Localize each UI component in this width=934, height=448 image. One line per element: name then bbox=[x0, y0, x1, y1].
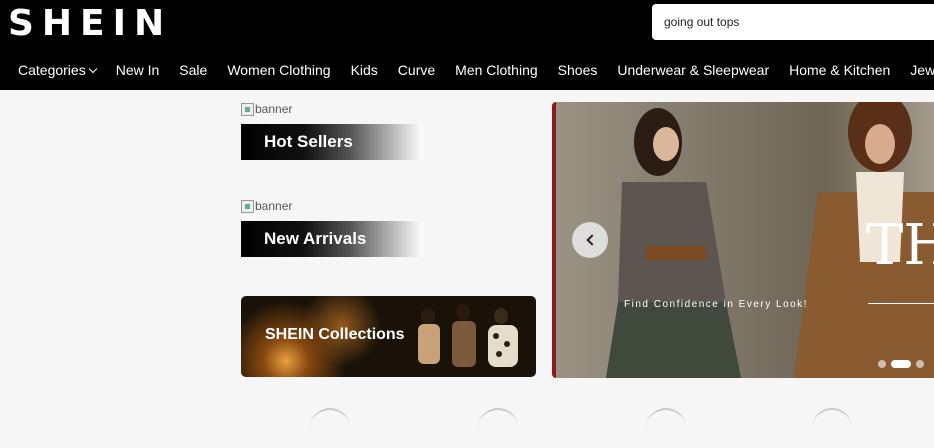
nav-item-sale[interactable]: Sale bbox=[169, 54, 217, 86]
category-circle[interactable] bbox=[812, 408, 852, 448]
main-nav: Categories New In Sale Women Clothing Ki… bbox=[0, 54, 934, 86]
chevron-down-icon bbox=[88, 64, 97, 74]
new-arrivals-banner[interactable]: New Arrivals bbox=[241, 221, 423, 257]
collections-title: SHEIN Collections bbox=[265, 326, 405, 343]
hero-divider bbox=[868, 303, 934, 304]
nav-item-new-in[interactable]: New In bbox=[106, 54, 170, 86]
search-input[interactable]: going out tops bbox=[652, 4, 934, 40]
carousel-dot[interactable] bbox=[916, 360, 924, 368]
hot-sellers-banner[interactable]: Hot Sellers bbox=[241, 124, 423, 160]
hero-headline: TH bbox=[866, 213, 934, 278]
nav-item-underwear-sleepwear[interactable]: Underwear & Sleepwear bbox=[607, 54, 779, 86]
hero-tagline: Find Confidence in Every Look! bbox=[624, 299, 808, 310]
carousel-prev-button[interactable] bbox=[572, 222, 608, 258]
shein-collections-banner[interactable]: SHEIN Collections bbox=[241, 296, 536, 377]
carousel-dot[interactable] bbox=[878, 360, 886, 368]
nav-item-men-clothing[interactable]: Men Clothing bbox=[445, 54, 548, 86]
banner-alt-text: banner bbox=[255, 199, 293, 213]
nav-item-women-clothing[interactable]: Women Clothing bbox=[217, 54, 340, 86]
category-circle[interactable] bbox=[310, 408, 350, 448]
broken-image-icon bbox=[241, 102, 254, 116]
category-circle[interactable] bbox=[646, 408, 686, 448]
broken-image-icon bbox=[241, 199, 254, 213]
chevron-left-icon bbox=[585, 234, 598, 246]
hero-carousel[interactable]: Find Confidence in Every Look! TH bbox=[552, 102, 934, 378]
nav-item-label: Categories bbox=[18, 62, 86, 78]
top-header: SHEIN going out tops Categories New In S… bbox=[0, 0, 934, 90]
shein-logo[interactable]: SHEIN bbox=[8, 4, 172, 44]
banner-alt-text: banner bbox=[255, 102, 293, 116]
nav-item-home-kitchen[interactable]: Home & Kitchen bbox=[779, 54, 900, 86]
nav-item-categories[interactable]: Categories bbox=[0, 54, 106, 86]
broken-banner-image[interactable]: banner bbox=[241, 199, 292, 213]
category-circle[interactable] bbox=[478, 408, 518, 448]
nav-item-jewelry[interactable]: Jewelry bbox=[900, 54, 934, 86]
nav-item-curve[interactable]: Curve bbox=[388, 54, 445, 86]
carousel-dots bbox=[878, 360, 924, 368]
broken-banner-image[interactable]: banner bbox=[241, 102, 292, 116]
nav-item-kids[interactable]: Kids bbox=[341, 54, 388, 86]
nav-item-shoes[interactable]: Shoes bbox=[548, 54, 608, 86]
carousel-dot-active[interactable] bbox=[891, 360, 911, 368]
